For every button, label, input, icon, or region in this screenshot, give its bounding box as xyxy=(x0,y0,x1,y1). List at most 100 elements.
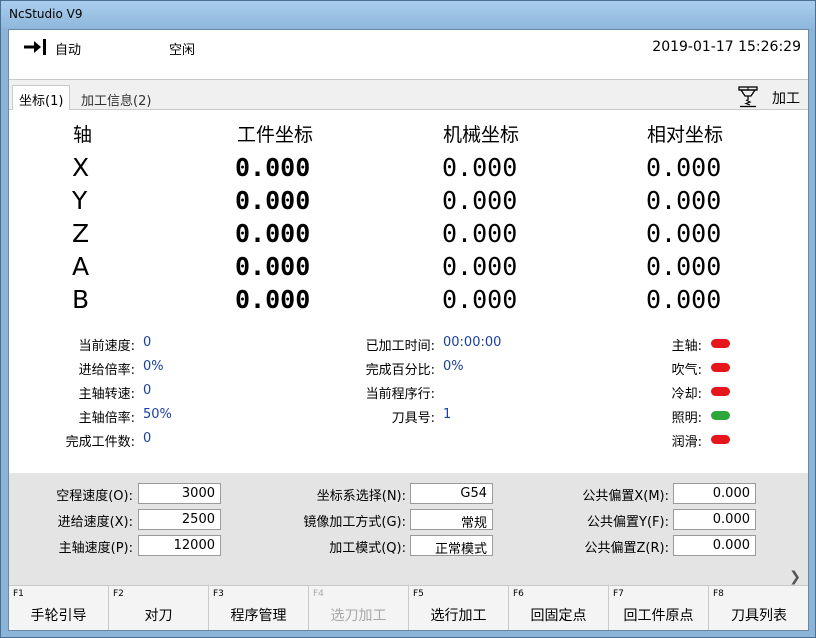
work-coord-value: 0.000 xyxy=(235,252,311,281)
machine-coord-header: 机械坐标 xyxy=(443,124,520,146)
light-status-led xyxy=(711,411,730,420)
f3-program-manager-button[interactable]: F3 程序管理 xyxy=(209,586,309,630)
percent-complete-value: 0% xyxy=(443,359,464,374)
title-bar[interactable]: NcStudio V9 xyxy=(1,1,815,28)
tool-number-value: 1 xyxy=(443,407,452,422)
lube-status-led xyxy=(711,435,730,444)
auto-mode-icon xyxy=(24,39,46,55)
relative-coord-value: 0.000 xyxy=(646,186,722,215)
machining-label[interactable]: 加工 xyxy=(772,88,800,108)
offset-y-input[interactable]: 0.000 xyxy=(673,509,756,530)
air-status-led xyxy=(711,363,730,372)
fkey-label: 选刀加工 xyxy=(330,608,387,624)
fkey-number: F4 xyxy=(313,589,324,599)
datetime-text: 2019-01-17 15:26:29 xyxy=(652,39,801,55)
machine-state-text: 空闲 xyxy=(169,43,196,58)
chevron-right-icon[interactable]: ❯ xyxy=(789,569,801,585)
fkey-number: F7 xyxy=(613,589,624,599)
fkey-number: F1 xyxy=(13,589,24,599)
finished-count-value: 0 xyxy=(143,431,152,446)
coord-system-select[interactable]: G54 xyxy=(410,483,493,504)
spindle-status-led xyxy=(711,339,730,348)
spindle-speed-param-label: 主轴速度(P): xyxy=(58,541,133,556)
machine-coord-value: 0.000 xyxy=(442,153,518,182)
coolant-status-led xyxy=(711,387,730,396)
current-line-label: 当前程序行: xyxy=(365,387,435,402)
feed-override-label: 进给倍率: xyxy=(78,363,135,378)
f8-tool-list-button[interactable]: F8 刀具列表 xyxy=(709,586,808,630)
spindle-override-value: 50% xyxy=(143,407,172,422)
tab-coordinates[interactable]: 坐标(1) xyxy=(12,85,71,111)
mode-text: 自动 xyxy=(55,43,82,58)
window-title: NcStudio V9 xyxy=(9,7,83,21)
relative-coord-value: 0.000 xyxy=(646,219,722,248)
status-bar: 自动 空闲 2019-01-17 15:26:29 xyxy=(9,30,808,80)
fkey-number: F8 xyxy=(713,589,724,599)
rapid-speed-input[interactable]: 3000 xyxy=(138,483,221,504)
main-panel: 自动 空闲 2019-01-17 15:26:29 坐标(1) 加工信息(2) … xyxy=(8,29,809,631)
offset-z-label: 公共偏置Z(R): xyxy=(584,541,669,556)
axis-label: X xyxy=(72,153,90,182)
fkey-label: 选行加工 xyxy=(430,608,487,624)
lube-indicator-label: 润滑: xyxy=(671,435,702,450)
offset-x-label: 公共偏置X(M): xyxy=(582,489,669,504)
elapsed-time-label: 已加工时间: xyxy=(365,339,435,354)
current-speed-value: 0 xyxy=(143,335,152,350)
tab-machining-info[interactable]: 加工信息(2) xyxy=(75,86,157,110)
feed-override-value: 0% xyxy=(143,359,164,374)
parameters-panel: 空程速度(O): 3000 进给速度(X): 2500 主轴速度(P): 120… xyxy=(9,473,808,585)
feed-speed-input[interactable]: 2500 xyxy=(138,509,221,530)
tool-number-label: 刀具号: xyxy=(391,411,435,426)
axis-label: Y xyxy=(72,186,88,215)
mirror-mode-select[interactable]: 常规 xyxy=(410,509,493,531)
coolant-indicator-label: 冷却: xyxy=(671,387,702,402)
relative-coord-value: 0.000 xyxy=(646,285,722,314)
f5-line-select-button[interactable]: F5 选行加工 xyxy=(409,586,509,630)
fkey-number: F2 xyxy=(113,589,124,599)
fkey-number: F5 xyxy=(413,589,424,599)
feed-speed-label: 进给速度(X): xyxy=(57,515,133,530)
machine-coord-value: 0.000 xyxy=(442,186,518,215)
f1-handwheel-button[interactable]: F1 手轮引导 xyxy=(9,586,109,630)
status-info-panel: 当前速度: 0 进给倍率: 0% 主轴转速: 0 主轴倍率: 50% 完成工件数… xyxy=(9,330,808,475)
f7-work-origin-button[interactable]: F7 回工件原点 xyxy=(609,586,709,630)
fkey-label: 刀具列表 xyxy=(731,608,787,624)
offset-y-label: 公共偏置Y(F): xyxy=(587,515,669,530)
axis-label: Z xyxy=(72,219,90,248)
machining-mode-label: 加工模式(Q): xyxy=(329,541,406,556)
fkey-label: 对刀 xyxy=(144,608,173,624)
percent-complete-label: 完成百分比: xyxy=(365,363,435,378)
f2-tool-setting-button[interactable]: F2 对刀 xyxy=(109,586,209,630)
current-speed-label: 当前速度: xyxy=(78,339,135,354)
work-coord-header: 工件坐标 xyxy=(237,124,314,146)
relative-coord-header: 相对坐标 xyxy=(647,124,724,146)
finished-count-label: 完成工件数: xyxy=(65,435,135,450)
mirror-mode-label: 镜像加工方式(G): xyxy=(303,515,406,530)
coordinate-panel: 轴 工件坐标 机械坐标 相对坐标 X 0.000 0.000 0.000 Y 0… xyxy=(9,110,808,335)
fkey-label: 程序管理 xyxy=(230,608,287,624)
fkey-number: F3 xyxy=(213,589,224,599)
f6-fixed-point-button[interactable]: F6 回固定点 xyxy=(509,586,609,630)
elapsed-time-value: 00:00:00 xyxy=(443,335,502,350)
spindle-override-label: 主轴倍率: xyxy=(78,411,135,426)
f4-tool-select-button[interactable]: F4 选刀加工 xyxy=(309,586,409,630)
machining-mode-select[interactable]: 正常模式 xyxy=(410,535,493,557)
spindle-indicator-label: 主轴: xyxy=(671,339,702,354)
work-coord-value: 0.000 xyxy=(235,219,311,248)
axis-label: A xyxy=(72,252,90,281)
spindle-speed-label: 主轴转速: xyxy=(78,387,135,402)
spindle-tool-icon[interactable] xyxy=(736,84,760,108)
fkey-label: 手轮引导 xyxy=(30,608,87,624)
offset-z-input[interactable]: 0.000 xyxy=(673,535,756,556)
light-indicator-label: 照明: xyxy=(671,411,702,426)
relative-coord-value: 0.000 xyxy=(646,153,722,182)
work-coord-value: 0.000 xyxy=(235,186,311,215)
work-coord-value: 0.000 xyxy=(235,153,311,182)
work-coord-value: 0.000 xyxy=(235,285,311,314)
offset-x-input[interactable]: 0.000 xyxy=(673,483,756,504)
axis-label: B xyxy=(72,285,90,314)
spindle-speed-input[interactable]: 12000 xyxy=(138,535,221,556)
rapid-speed-label: 空程速度(O): xyxy=(56,489,133,504)
air-indicator-label: 吹气: xyxy=(671,363,702,378)
fkey-label: 回工件原点 xyxy=(623,608,694,624)
